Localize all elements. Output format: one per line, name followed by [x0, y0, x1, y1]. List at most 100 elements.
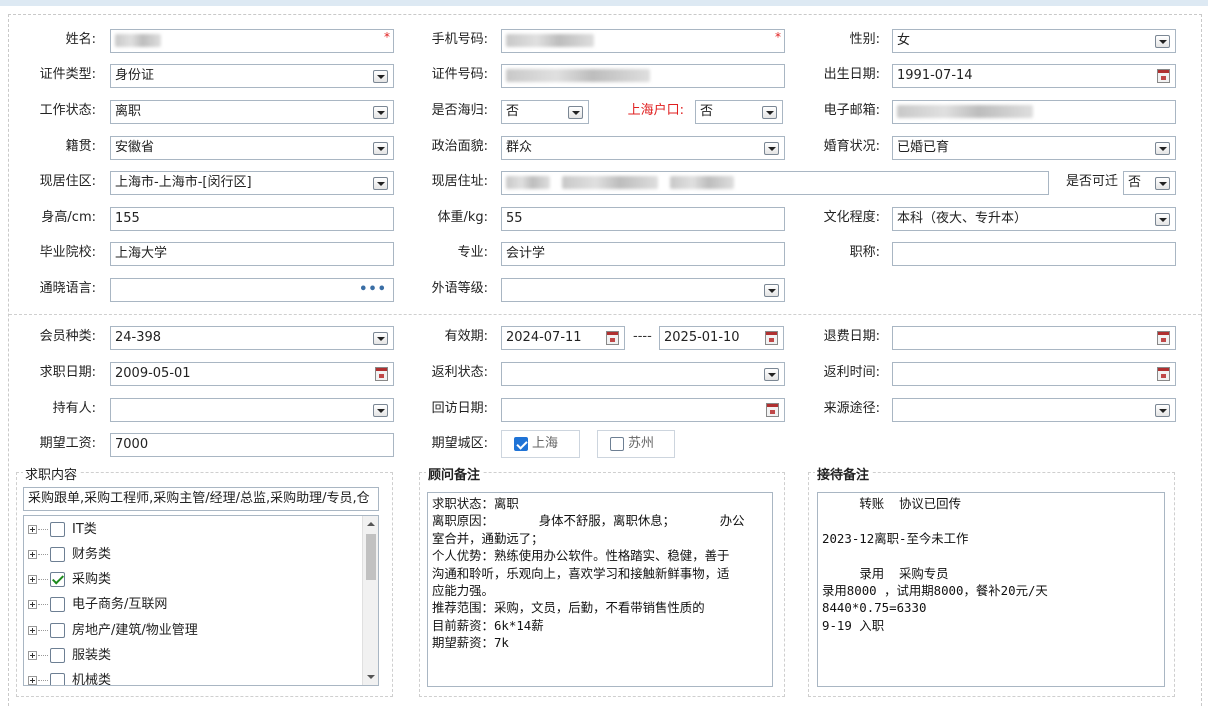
email-field[interactable]	[892, 100, 1176, 124]
chevron-down-icon[interactable]	[373, 332, 388, 345]
returnee-select[interactable]: 否	[501, 100, 589, 124]
education-select[interactable]: 本科（夜大、专升本）	[892, 207, 1176, 231]
lang-level-select[interactable]	[501, 278, 785, 302]
political-select[interactable]: 群众	[501, 136, 785, 160]
chevron-down-icon[interactable]	[764, 284, 779, 297]
title-field[interactable]	[892, 242, 1176, 266]
chevron-down-icon[interactable]	[1155, 177, 1170, 190]
languages-field[interactable]: •••	[110, 278, 394, 302]
rebate-time-field[interactable]	[892, 362, 1176, 386]
tree-item[interactable]: 电子商务/互联网	[24, 594, 354, 616]
tree-item[interactable]: 采购类	[24, 569, 354, 591]
more-icon[interactable]: •••	[359, 279, 387, 301]
expand-icon[interactable]	[28, 651, 37, 660]
birth-date-field[interactable]: 1991-07-14	[892, 64, 1176, 88]
job-date-field[interactable]: 2009-05-01	[110, 362, 394, 386]
expand-icon[interactable]	[28, 550, 37, 559]
calendar-icon[interactable]	[766, 403, 779, 417]
chevron-down-icon[interactable]	[764, 142, 779, 155]
phone-field[interactable]: *	[501, 29, 785, 53]
calendar-icon[interactable]	[375, 367, 388, 381]
tree-item[interactable]: 机械类	[24, 670, 354, 685]
expand-icon[interactable]	[28, 626, 37, 635]
chevron-down-icon[interactable]	[373, 404, 388, 417]
checkbox-checked-icon[interactable]	[50, 572, 65, 587]
chevron-down-icon[interactable]	[373, 106, 388, 119]
valid-from-field[interactable]: 2024-07-11	[501, 326, 625, 350]
native-label: 籍贯:	[65, 139, 96, 154]
checkbox-unchecked-icon[interactable]	[50, 597, 65, 612]
checkbox-unchecked-icon[interactable]	[50, 673, 65, 685]
chevron-down-icon[interactable]	[568, 106, 583, 119]
scrollbar-thumb[interactable]	[366, 534, 376, 580]
calendar-icon[interactable]	[765, 331, 778, 345]
tree-item[interactable]: 房地产/建筑/物业管理	[24, 620, 354, 642]
chevron-down-icon[interactable]	[1155, 213, 1170, 226]
job-date-label: 求职日期:	[39, 365, 96, 380]
tree-item[interactable]: 财务类	[24, 544, 354, 566]
education-value: 本科（夜大、专升本）	[897, 211, 1028, 226]
tree-scrollbar[interactable]	[362, 516, 378, 685]
chevron-down-icon[interactable]	[373, 142, 388, 155]
name-label: 姓名:	[65, 32, 96, 47]
calendar-icon[interactable]	[1157, 331, 1170, 345]
weight-field[interactable]: 55	[501, 207, 785, 231]
relocate-select[interactable]: 否	[1123, 171, 1176, 195]
visit-date-field[interactable]	[501, 398, 785, 422]
checkbox-unchecked-icon[interactable]	[50, 623, 65, 638]
checkbox-checked-icon[interactable]	[514, 437, 528, 451]
city-checkbox-shanghai[interactable]: 上海	[501, 430, 580, 458]
chevron-down-icon[interactable]	[1155, 404, 1170, 417]
chevron-down-icon[interactable]	[373, 177, 388, 190]
major-value: 会计学	[506, 246, 546, 261]
chevron-down-icon[interactable]	[764, 368, 779, 381]
id-no-field[interactable]	[501, 64, 785, 88]
redacted-email	[897, 105, 1033, 118]
expand-icon[interactable]	[28, 575, 37, 584]
school-field[interactable]: 上海大学	[110, 242, 394, 266]
expand-icon[interactable]	[28, 676, 37, 685]
chevron-down-icon[interactable]	[1155, 142, 1170, 155]
refund-date-field[interactable]	[892, 326, 1176, 350]
job-category-tree[interactable]: IT类 财务类 采购类 电子商务/互联网 房地产/建筑/物业管理 服装类 机械类	[23, 515, 379, 686]
city-checkbox-suzhou[interactable]: 苏州	[597, 430, 675, 458]
checkbox-unchecked-icon[interactable]	[610, 437, 624, 451]
redacted-address	[562, 176, 659, 189]
source-select[interactable]	[892, 398, 1176, 422]
calendar-icon[interactable]	[1157, 69, 1170, 83]
chevron-down-icon[interactable]	[1155, 35, 1170, 48]
native-select[interactable]: 安徽省	[110, 136, 394, 160]
holder-select[interactable]	[110, 398, 394, 422]
tree-item[interactable]: IT类	[24, 519, 354, 541]
sh-hukou-select[interactable]: 否	[695, 100, 783, 124]
res-addr-field[interactable]	[501, 171, 1049, 195]
gender-select[interactable]: 女	[892, 29, 1176, 53]
expand-icon[interactable]	[28, 525, 37, 534]
rebate-status-select[interactable]	[501, 362, 785, 386]
height-field[interactable]: 155	[110, 207, 394, 231]
member-type-select[interactable]: 24-398	[110, 326, 394, 350]
salary-field[interactable]: 7000	[110, 433, 394, 457]
id-type-select[interactable]: 身份证	[110, 64, 394, 88]
checkbox-unchecked-icon[interactable]	[50, 547, 65, 562]
marital-select[interactable]: 已婚已育	[892, 136, 1176, 160]
required-mark: *	[384, 30, 390, 44]
scroll-up-icon[interactable]	[367, 522, 375, 526]
checkbox-unchecked-icon[interactable]	[50, 648, 65, 663]
work-status-select[interactable]: 离职	[110, 100, 394, 124]
advisor-notes-textarea[interactable]: 求职状态：离职 离职原因： 身体不舒服，离职休息； 办公 室合并，通勤远了； 个…	[427, 492, 773, 687]
tree-item[interactable]: 服装类	[24, 645, 354, 667]
res-area-select[interactable]: 上海市-上海市-[闵行区]	[110, 171, 394, 195]
chevron-down-icon[interactable]	[373, 70, 388, 83]
checkbox-unchecked-icon[interactable]	[50, 522, 65, 537]
name-field[interactable]: *	[110, 29, 394, 53]
chevron-down-icon[interactable]	[762, 106, 777, 119]
major-field[interactable]: 会计学	[501, 242, 785, 266]
scroll-down-icon[interactable]	[367, 675, 375, 679]
calendar-icon[interactable]	[1157, 367, 1170, 381]
reception-notes-textarea[interactable]: 转账 协议已回传 2023-12离职-至今未工作 录用 采购专员 录用8000 …	[817, 492, 1165, 687]
expand-icon[interactable]	[28, 600, 37, 609]
calendar-icon[interactable]	[606, 331, 619, 345]
valid-to-field[interactable]: 2025-01-10	[659, 326, 784, 350]
job-content-summary-field[interactable]: 采购跟单,采购工程师,采购主管/经理/总监,采购助理/专员,仓	[23, 487, 379, 511]
